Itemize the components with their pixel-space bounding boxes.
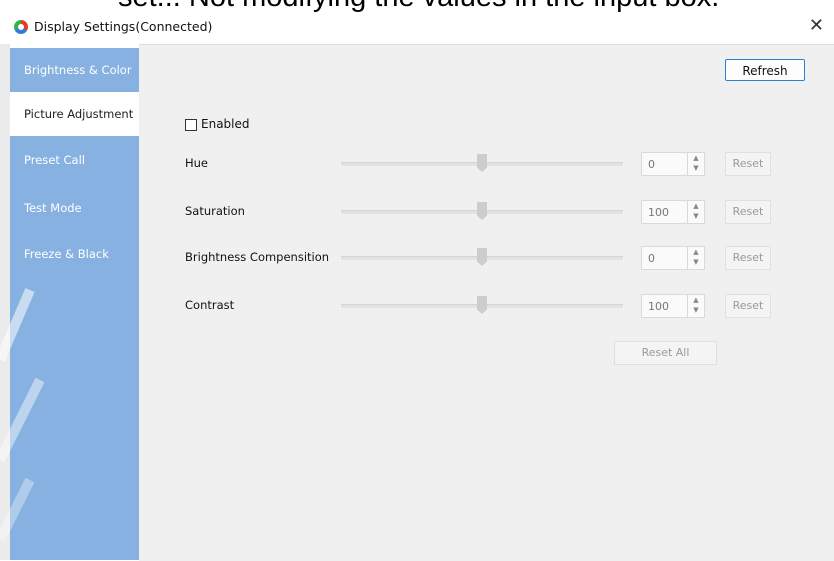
sidebar-item-picture-adjustment[interactable]: Picture Adjustment bbox=[10, 92, 139, 136]
saturation-spin-arrows-icon[interactable]: ▲ ▼ bbox=[687, 201, 704, 223]
brightness-compensation-reset-button[interactable]: Reset bbox=[725, 246, 771, 270]
hue-value[interactable]: 0 bbox=[648, 158, 655, 171]
saturation-reset-button[interactable]: Reset bbox=[725, 200, 771, 224]
saturation-spinbox[interactable]: 100 ▲ ▼ bbox=[641, 200, 705, 224]
sidebar-nav: Brightness & Color Picture Adjustment Pr… bbox=[10, 48, 139, 560]
brightness-compensation-label: Brightness Compensition bbox=[185, 250, 330, 264]
contrast-label: Contrast bbox=[185, 298, 235, 312]
saturation-row: Saturation 100 ▲ ▼ Reset bbox=[139, 200, 834, 224]
enabled-label: Enabled bbox=[201, 117, 250, 131]
sidebar-item-freeze-black[interactable]: Freeze & Black bbox=[10, 232, 139, 276]
brightness-compensation-spinbox[interactable]: 0 ▲ ▼ bbox=[641, 246, 705, 270]
contrast-spinbox[interactable]: 100 ▲ ▼ bbox=[641, 294, 705, 318]
contrast-reset-button[interactable]: Reset bbox=[725, 294, 771, 318]
contrast-slider-handle[interactable] bbox=[477, 296, 487, 314]
hue-spinbox[interactable]: 0 ▲ ▼ bbox=[641, 152, 705, 176]
brightness-compensation-slider-handle[interactable] bbox=[477, 248, 487, 266]
sidebar-item-preset-call[interactable]: Preset Call bbox=[10, 138, 139, 182]
saturation-value[interactable]: 100 bbox=[648, 206, 669, 219]
hue-row: Hue 0 ▲ ▼ Reset bbox=[139, 152, 834, 176]
caption-text: set... Not modifying the values in the i… bbox=[118, 0, 719, 14]
window-title: Display Settings(Connected) bbox=[34, 19, 213, 34]
hue-spin-arrows-icon[interactable]: ▲ ▼ bbox=[687, 153, 704, 175]
hue-label: Hue bbox=[185, 156, 209, 170]
app-logo-icon bbox=[14, 20, 28, 34]
hue-reset-button[interactable]: Reset bbox=[725, 152, 771, 176]
contrast-row: Contrast 100 ▲ ▼ Reset bbox=[139, 294, 834, 318]
window-left-edge bbox=[0, 44, 10, 560]
hue-slider-handle[interactable] bbox=[477, 154, 487, 172]
enabled-checkbox[interactable] bbox=[185, 119, 197, 131]
sidebar-item-brightness-color[interactable]: Brightness & Color bbox=[10, 48, 139, 92]
refresh-button[interactable]: Refresh bbox=[725, 59, 805, 81]
picture-adjustment-panel: Refresh Enabled Hue 0 ▲ ▼ Reset Saturatio… bbox=[139, 44, 834, 561]
reset-all-button[interactable]: Reset All bbox=[614, 341, 717, 365]
brightness-compensation-value[interactable]: 0 bbox=[648, 252, 655, 265]
sidebar-item-test-mode[interactable]: Test Mode bbox=[10, 186, 139, 230]
brightness-compensation-spin-arrows-icon[interactable]: ▲ ▼ bbox=[687, 247, 704, 269]
brightness-compensation-row: Brightness Compensition 0 ▲ ▼ Reset bbox=[139, 246, 834, 270]
saturation-slider-handle[interactable] bbox=[477, 202, 487, 220]
contrast-value[interactable]: 100 bbox=[648, 300, 669, 313]
close-icon[interactable]: ✕ bbox=[809, 15, 824, 36]
contrast-spin-arrows-icon[interactable]: ▲ ▼ bbox=[687, 295, 704, 317]
saturation-label: Saturation bbox=[185, 204, 245, 218]
title-bar: Display Settings(Connected) ✕ bbox=[0, 14, 834, 44]
